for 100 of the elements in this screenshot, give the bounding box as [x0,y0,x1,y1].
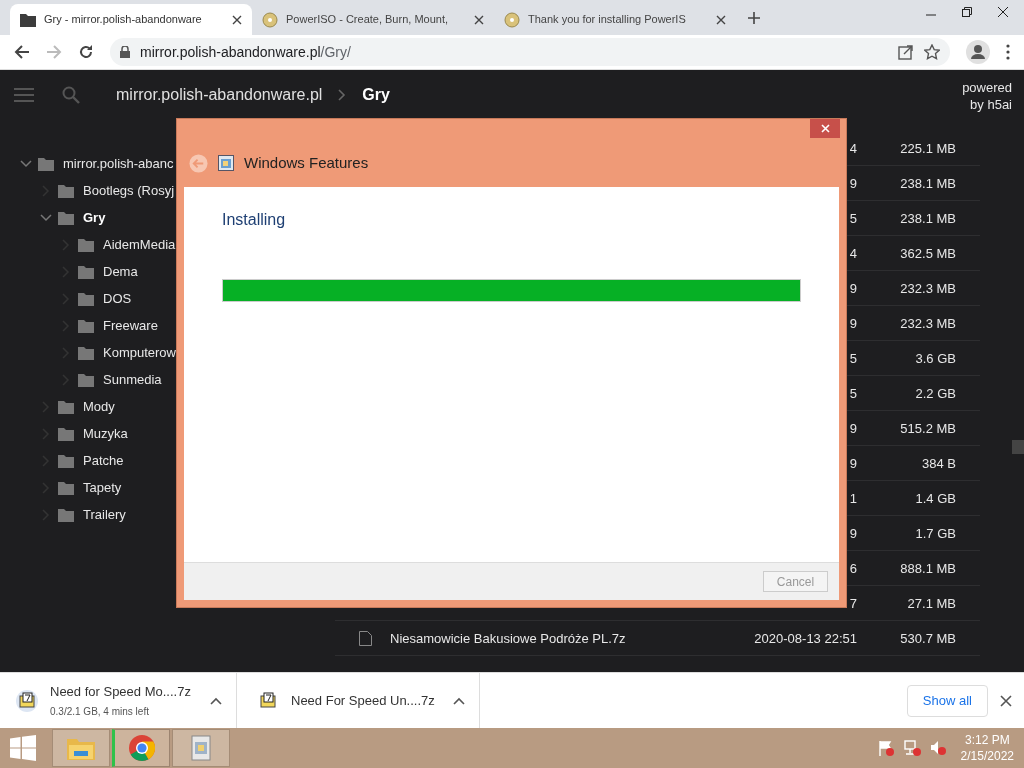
tree-item[interactable]: Bootlegs (Rosyj [0,177,335,204]
file-date: 5 [849,386,857,401]
file-date: 7 [849,596,857,611]
tree-label: Sunmedia [103,370,162,389]
close-icon[interactable] [232,14,242,25]
menu-icon[interactable] [1006,44,1010,60]
file-date: 9 [849,281,857,296]
scrollbar-thumb[interactable] [1012,440,1024,454]
tree-label: Bootlegs (Rosyj [83,181,175,200]
taskbar-button[interactable] [112,729,170,767]
file-name[interactable]: Niesamowicie Bakusiowe Podróże PL.7z [390,631,626,646]
file-size: 530.7 MB [900,631,956,646]
close-button[interactable] [810,119,840,138]
back-icon[interactable] [14,44,30,60]
show-all-button[interactable]: Show all [906,684,988,717]
share-icon[interactable] [898,44,914,60]
file-size: 362.5 MB [900,246,956,261]
tree-item[interactable]: Freeware [0,312,335,339]
url-text: mirror.polish-abandonware.pl/Gry/ [140,42,351,62]
file-date: 9 [849,456,857,471]
chevron-down-icon[interactable] [40,211,52,224]
close-icon[interactable] [998,7,1008,17]
file-size: 1.4 GB [915,491,956,506]
tree-item[interactable]: Patche [0,447,335,474]
installer-icon [188,734,214,762]
folder-icon [78,345,94,360]
folder-icon [78,372,94,387]
reload-icon[interactable] [78,44,94,60]
profile-icon[interactable] [966,40,990,64]
tree-label: mirror.polish-abanc [63,154,174,173]
dialog-title: Windows Features [244,152,369,173]
close-icon[interactable] [474,14,484,25]
speaker-muted-icon[interactable] [928,739,947,757]
network-icon[interactable] [902,739,921,757]
browser-tab[interactable]: Thank you for installing PowerIS [494,4,736,35]
file-date: 1 [849,491,857,506]
disc-icon [262,11,278,28]
close-icon[interactable] [1000,694,1012,707]
disc-icon [504,11,520,28]
breadcrumb-link[interactable]: Gry [362,83,390,107]
tree-item[interactable]: Sunmedia [0,366,335,393]
tree-item[interactable]: AidemMedia [0,231,335,258]
breadcrumb-link[interactable]: mirror.polish-abandonware.pl [116,83,323,107]
file-size: 3.6 GB [915,351,956,366]
file-date: 5 [849,351,857,366]
file-date: 9 [849,316,857,331]
caret-up-icon[interactable] [210,696,222,705]
restore-icon[interactable] [962,7,972,17]
file-date: 6 [849,561,857,576]
star-icon[interactable] [924,44,940,60]
tree-item[interactable]: DOS [0,285,335,312]
chrome-icon [128,734,156,762]
start-icon[interactable] [10,735,36,761]
taskbar-button[interactable] [52,729,110,767]
folder-icon [78,291,94,306]
taskbar-button[interactable] [172,729,230,767]
folder-icon [58,210,74,225]
chevron-right-icon [338,89,347,101]
browser-tab[interactable]: Gry - mirror.polish-abandonware [10,4,252,35]
file-date: 4 [849,141,857,156]
forward-icon[interactable] [46,44,62,60]
file-icon [358,630,372,646]
file-size: 888.1 MB [900,561,956,576]
download-name: Need For Speed Un....7z [291,691,436,710]
folder-icon [78,237,94,252]
folder-icon [58,183,74,198]
tree-item[interactable]: Muzyka [0,420,335,447]
address-bar[interactable]: mirror.polish-abandonware.pl/Gry/ [110,38,950,66]
file-date: 4 [849,246,857,261]
tree-label: Dema [103,262,138,281]
tree-label: Mody [83,397,115,416]
window-features-icon [218,155,234,171]
file-size: 238.1 MB [900,176,956,191]
new-tab-icon[interactable] [748,12,760,24]
close-icon[interactable] [716,14,726,25]
folder-icon [58,453,74,468]
browser-tab[interactable]: PowerISO - Create, Burn, Mount, [252,4,494,35]
tree-item[interactable]: Mody [0,393,335,420]
file-size: 1.7 GB [915,526,956,541]
file-size: 238.1 MB [900,211,956,226]
folder-icon [58,399,74,414]
tree-label: Freeware [103,316,158,335]
flag-icon[interactable] [876,739,895,757]
tree-item[interactable]: Trailery [0,501,335,528]
tree-item[interactable]: Komputerow [0,339,335,366]
tree-label: AidemMedia [103,235,176,254]
file-date: 5 [849,211,857,226]
folder-icon [58,426,74,441]
tree-item[interactable]: Dema [0,258,335,285]
folder-icon [58,507,74,522]
tree-label: DOS [103,289,132,308]
file-date: 9 [849,176,857,191]
caret-up-icon[interactable] [453,696,465,705]
close-icon [820,124,830,133]
powered-by-text: powered by h5ai [962,79,1012,113]
tree-item[interactable]: Tapety [0,474,335,501]
folder-icon [78,318,94,333]
file-size: 2.2 GB [915,386,956,401]
search-icon[interactable] [62,86,80,104]
chevron-down-icon[interactable] [20,157,32,170]
